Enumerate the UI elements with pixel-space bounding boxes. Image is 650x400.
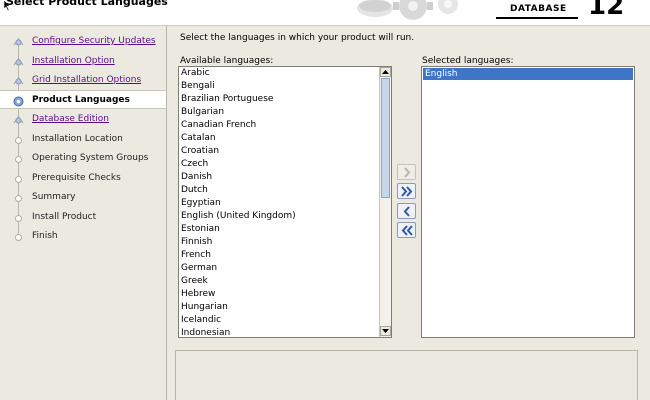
step-label: Install Product bbox=[32, 212, 97, 222]
list-item[interactable]: Hebrew bbox=[179, 288, 380, 301]
step-navigation: Configure Security Updates Installation O… bbox=[0, 26, 167, 400]
list-item[interactable]: Arabic bbox=[179, 67, 380, 80]
single-left-arrow-icon bbox=[403, 206, 410, 217]
step-item: Prerequisite Checks bbox=[0, 169, 166, 188]
step-current-icon bbox=[13, 96, 24, 107]
step-label: Product Languages bbox=[32, 95, 130, 105]
move-all-left-button[interactable] bbox=[397, 222, 416, 238]
single-right-arrow-icon bbox=[404, 167, 411, 178]
list-item[interactable]: Greek bbox=[179, 275, 380, 288]
header-bar: Select Product Languages DATABASE 12 bbox=[0, 0, 650, 26]
step-item[interactable]: Database Edition bbox=[0, 110, 166, 129]
available-list-scrollbar[interactable] bbox=[379, 67, 391, 337]
list-item[interactable]: Canadian French bbox=[179, 119, 380, 132]
list-item[interactable]: Catalan bbox=[179, 132, 380, 145]
selected-languages-list[interactable]: English bbox=[421, 66, 635, 338]
list-item[interactable]: Czech bbox=[179, 158, 380, 171]
list-item[interactable]: English (United Kingdom) bbox=[179, 210, 380, 223]
step-label: Installation Location bbox=[32, 134, 123, 144]
step-item: Operating System Groups bbox=[0, 149, 166, 168]
move-left-button[interactable] bbox=[397, 203, 416, 219]
gears-graphic bbox=[357, 0, 458, 20]
list-item[interactable]: German bbox=[179, 262, 380, 275]
list-item[interactable]: Icelandic bbox=[179, 314, 380, 327]
scroll-up-icon[interactable] bbox=[380, 67, 391, 77]
move-right-button[interactable] bbox=[397, 164, 416, 180]
step-pending-icon bbox=[15, 156, 22, 163]
step-item: Finish bbox=[0, 227, 166, 246]
scroll-thumb[interactable] bbox=[381, 78, 390, 198]
move-all-right-button[interactable] bbox=[397, 183, 416, 199]
step-done-icon bbox=[13, 38, 24, 46]
list-item[interactable]: Finnish bbox=[179, 236, 380, 249]
page-title: Select Product Languages bbox=[6, 0, 168, 8]
step-item[interactable]: Grid Installation Options bbox=[0, 71, 166, 90]
instruction-text: Select the languages in which your produ… bbox=[180, 33, 415, 43]
product-version: 12 bbox=[588, 0, 625, 21]
step-done-icon bbox=[13, 77, 24, 85]
list-item[interactable]: Danish bbox=[179, 171, 380, 184]
step-label: Database Edition bbox=[32, 114, 109, 124]
double-left-arrow-icon bbox=[401, 225, 413, 236]
list-item[interactable]: Egyptian bbox=[179, 197, 380, 210]
step-label: Installation Option bbox=[32, 56, 115, 66]
step-pending-icon bbox=[15, 195, 22, 202]
step-item: Product Languages bbox=[0, 90, 166, 109]
step-item[interactable]: Configure Security Updates bbox=[0, 32, 166, 51]
list-item[interactable]: Dutch bbox=[179, 184, 380, 197]
step-label: Grid Installation Options bbox=[32, 75, 142, 85]
step-label: Summary bbox=[32, 192, 76, 202]
step-done-icon bbox=[13, 116, 24, 124]
available-languages-label: Available languages: bbox=[180, 56, 274, 66]
step-label: Operating System Groups bbox=[32, 153, 149, 163]
list-item[interactable]: Brazilian Portuguese bbox=[179, 93, 380, 106]
step-item: Summary bbox=[0, 188, 166, 207]
step-label: Finish bbox=[32, 231, 58, 241]
product-logo-text: DATABASE bbox=[510, 4, 567, 14]
step-done-icon bbox=[13, 58, 24, 66]
list-item[interactable]: French bbox=[179, 249, 380, 262]
step-item[interactable]: Installation Option bbox=[0, 52, 166, 71]
available-languages-list[interactable]: Arabic Bengali Brazilian Portuguese Bulgari… bbox=[178, 66, 392, 338]
step-pending-icon bbox=[15, 234, 22, 241]
step-item: Installation Location bbox=[0, 130, 166, 149]
step-label: Configure Security Updates bbox=[32, 36, 156, 46]
list-item[interactable]: Hungarian bbox=[179, 301, 380, 314]
list-item[interactable]: Bengali bbox=[179, 80, 380, 93]
step-pending-icon bbox=[15, 176, 22, 183]
list-item[interactable]: Indonesian bbox=[179, 327, 380, 337]
list-item[interactable]: Estonian bbox=[179, 223, 380, 236]
list-item[interactable]: Croatian bbox=[179, 145, 380, 158]
message-panel bbox=[175, 350, 638, 400]
step-pending-icon bbox=[15, 137, 22, 144]
selected-languages-label: Selected languages: bbox=[422, 56, 514, 66]
step-pending-icon bbox=[15, 215, 22, 222]
list-item[interactable]: Bulgarian bbox=[179, 106, 380, 119]
step-label: Prerequisite Checks bbox=[32, 173, 121, 183]
scroll-down-icon[interactable] bbox=[380, 326, 391, 336]
double-right-arrow-icon bbox=[401, 186, 413, 197]
list-item[interactable]: English bbox=[423, 68, 633, 80]
step-item: Install Product bbox=[0, 208, 166, 227]
